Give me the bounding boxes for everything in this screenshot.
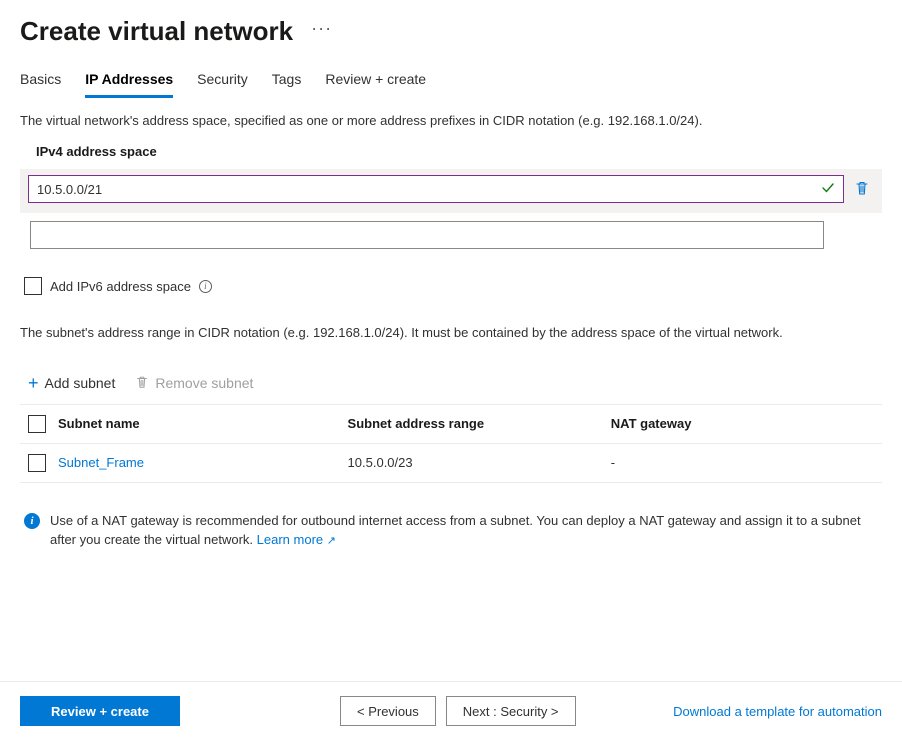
ipv4-address-input[interactable]: 10.5.0.0/21 (28, 175, 844, 203)
page-header: Create virtual network ··· (0, 0, 902, 55)
ipv4-section-label: IPv4 address space (36, 144, 882, 159)
next-button[interactable]: Next : Security > (446, 696, 576, 726)
main-content: The virtual network's address space, spe… (0, 99, 902, 558)
tab-security[interactable]: Security (197, 63, 248, 98)
subnet-description: The subnet's address range in CIDR notat… (20, 323, 882, 343)
trash-icon (135, 375, 149, 392)
ipv4-address-new-input[interactable] (30, 221, 824, 249)
select-all-checkbox[interactable] (28, 415, 46, 433)
learn-more-link[interactable]: Learn more ↗ (257, 532, 336, 547)
ipv6-row: Add IPv6 address space i (20, 277, 882, 295)
col-header-nat: NAT gateway (611, 416, 874, 431)
nat-info-body: Use of a NAT gateway is recommended for … (50, 513, 861, 548)
col-header-range: Subnet address range (348, 416, 611, 431)
tab-ip-addresses[interactable]: IP Addresses (85, 63, 173, 98)
subnet-actions: + Add subnet Remove subnet (20, 373, 882, 394)
ipv6-checkbox-label: Add IPv6 address space (50, 279, 191, 294)
add-subnet-label: Add subnet (45, 375, 116, 391)
col-header-name: Subnet name (58, 416, 348, 431)
info-badge-icon: i (24, 513, 40, 529)
info-icon[interactable]: i (199, 280, 212, 293)
download-template-link[interactable]: Download a template for automation (673, 704, 882, 719)
more-menu-icon[interactable]: ··· (311, 18, 332, 45)
plus-icon: + (28, 373, 39, 394)
tab-tags[interactable]: Tags (272, 63, 302, 98)
subnet-range-value: 10.5.0.0/23 (348, 455, 611, 470)
subnet-name-link[interactable]: Subnet_Frame (58, 455, 144, 470)
external-link-icon: ↗ (327, 535, 336, 547)
previous-button[interactable]: < Previous (340, 696, 436, 726)
subnet-table-row: Subnet_Frame 10.5.0.0/23 - (20, 444, 882, 483)
subnet-table: Subnet name Subnet address range NAT gat… (20, 404, 882, 483)
tab-review-create[interactable]: Review + create (325, 63, 426, 98)
ipv4-address-row: 10.5.0.0/21 (28, 175, 874, 203)
tab-bar: Basics IP Addresses Security Tags Review… (0, 55, 902, 99)
review-create-button[interactable]: Review + create (20, 696, 180, 726)
tab-basics[interactable]: Basics (20, 63, 61, 98)
remove-subnet-label: Remove subnet (155, 375, 253, 391)
delete-address-icon[interactable] (850, 176, 874, 203)
subnet-table-header: Subnet name Subnet address range NAT gat… (20, 404, 882, 444)
ipv4-description: The virtual network's address space, spe… (20, 113, 882, 128)
check-icon (821, 181, 835, 198)
page-title: Create virtual network (20, 16, 293, 47)
add-subnet-button[interactable]: + Add subnet (28, 373, 115, 394)
row-checkbox[interactable] (28, 454, 46, 472)
nat-info-banner: i Use of a NAT gateway is recommended fo… (20, 503, 882, 558)
footer: Review + create < Previous Next : Securi… (0, 681, 902, 740)
remove-subnet-button: Remove subnet (135, 375, 253, 392)
ipv6-checkbox[interactable] (24, 277, 42, 295)
ipv4-address-value: 10.5.0.0/21 (37, 182, 102, 197)
ipv4-address-block: 10.5.0.0/21 (20, 169, 882, 213)
nat-info-text: Use of a NAT gateway is recommended for … (50, 511, 878, 550)
subnet-nat-value: - (611, 455, 874, 470)
